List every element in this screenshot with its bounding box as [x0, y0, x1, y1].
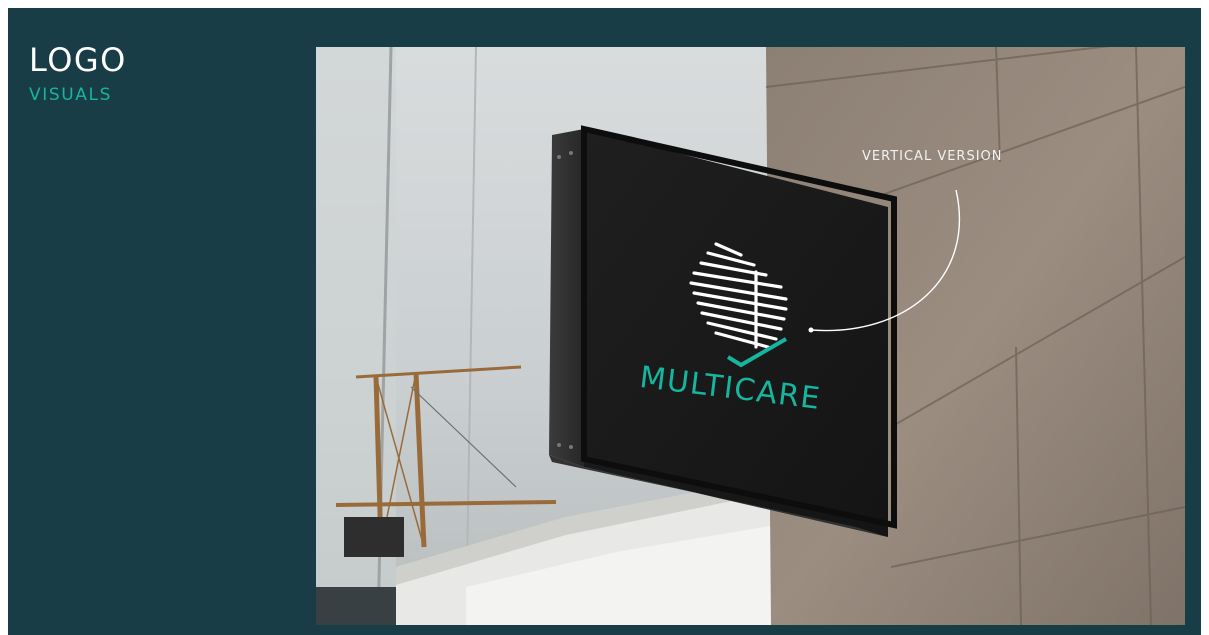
annotation-label: VERTICAL VERSION [862, 149, 1003, 164]
photo-scene [316, 47, 1185, 625]
signage-mockup-photo: VERTICAL VERSION MULTICARE [316, 47, 1185, 625]
page-title: LOGO [29, 41, 127, 79]
page-subtitle: VISUALS [29, 85, 112, 105]
slide: LOGO VISUALS VERTICAL VERSION MULTICARE [8, 8, 1201, 635]
crane-cab [344, 517, 404, 557]
